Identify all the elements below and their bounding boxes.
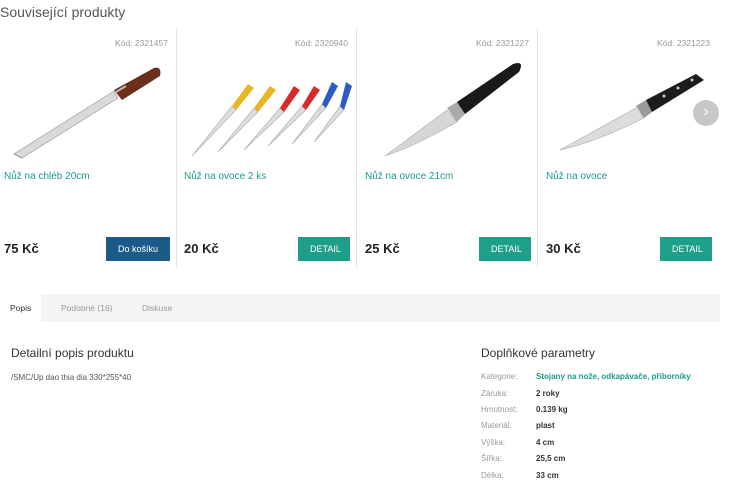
param-value: plast	[536, 421, 555, 430]
param-label: Délka:	[481, 471, 504, 480]
product-image-bread-knife[interactable]	[4, 46, 172, 164]
add-to-cart-label: Do košíku	[117, 244, 158, 254]
product-price: 30 Kč	[546, 241, 581, 256]
description-title: Detailní popis produktu	[11, 346, 134, 360]
param-value: 2 roky	[536, 389, 560, 398]
tab-podobne[interactable]: Podobné (16)	[61, 294, 113, 322]
product-name-link[interactable]: Nůž na ovoce 21cm	[365, 171, 453, 182]
tab-diskuse[interactable]: Diskuse	[142, 294, 172, 322]
param-label: Záruka:	[481, 389, 509, 398]
product-card: Kód: 2321457 Nůž na chléb 20cm 75 Kč Do …	[0, 28, 177, 268]
tab-popis[interactable]: Popis	[0, 294, 42, 322]
product-card: Kód: 2321223 Nůž na ovoce 30 Kč DETAIL	[542, 28, 718, 268]
param-label: Výška:	[481, 438, 506, 447]
add-to-cart-button[interactable]: Do košíku	[105, 237, 170, 261]
product-tabs: Popis Podobné (16) Diskuse	[0, 294, 720, 322]
product-name-link[interactable]: Nůž na ovoce	[546, 171, 607, 182]
param-label: Materiál:	[481, 421, 512, 430]
product-price: 25 Kč	[365, 241, 400, 256]
param-label: Hmotnost:	[481, 405, 518, 414]
detail-label: DETAIL	[310, 244, 341, 254]
param-value: 25,5 cm	[536, 454, 566, 463]
param-label: Kategorie:	[481, 372, 518, 381]
param-value: 33 cm	[536, 471, 559, 480]
product-image-fruit-knife[interactable]	[546, 46, 714, 164]
product-card: Kód: 2321227 Nůž na ovoce 21cm 25 Kč DET…	[361, 28, 538, 268]
description-text: /SMC/Up dao thia dia 330*255*40	[11, 373, 132, 382]
param-label: Šířka:	[481, 454, 502, 463]
chevron-right-icon[interactable]: ›	[693, 100, 719, 126]
param-value: 4 cm	[536, 438, 555, 447]
product-card: Kód: 2320940 Nůž na ovoce 2 ks 20 Kč DET…	[180, 28, 357, 268]
detail-button[interactable]: DETAIL	[660, 237, 712, 261]
detail-button[interactable]: DETAIL	[298, 237, 350, 261]
product-image-fruit-knives[interactable]	[184, 46, 352, 164]
params-title: Doplňkové parametry	[481, 346, 596, 360]
param-value-link[interactable]: Stojany na nože, odkapávače, příborníky	[536, 372, 691, 381]
detail-button[interactable]: DETAIL	[479, 237, 531, 261]
product-price: 20 Kč	[184, 241, 219, 256]
product-name-link[interactable]: Nůž na chléb 20cm	[4, 171, 90, 182]
product-image-fruit-knife-21[interactable]	[365, 46, 533, 164]
detail-label: DETAIL	[491, 244, 522, 254]
param-value: 0.139 kg	[536, 405, 568, 414]
product-price: 75 Kč	[4, 241, 39, 256]
related-products-carousel: Kód: 2321457 Nůž na chléb 20cm 75 Kč Do …	[0, 28, 720, 268]
related-products-title: Související produkty	[0, 4, 126, 20]
product-name-link[interactable]: Nůž na ovoce 2 ks	[184, 171, 266, 182]
detail-label: DETAIL	[672, 244, 703, 254]
